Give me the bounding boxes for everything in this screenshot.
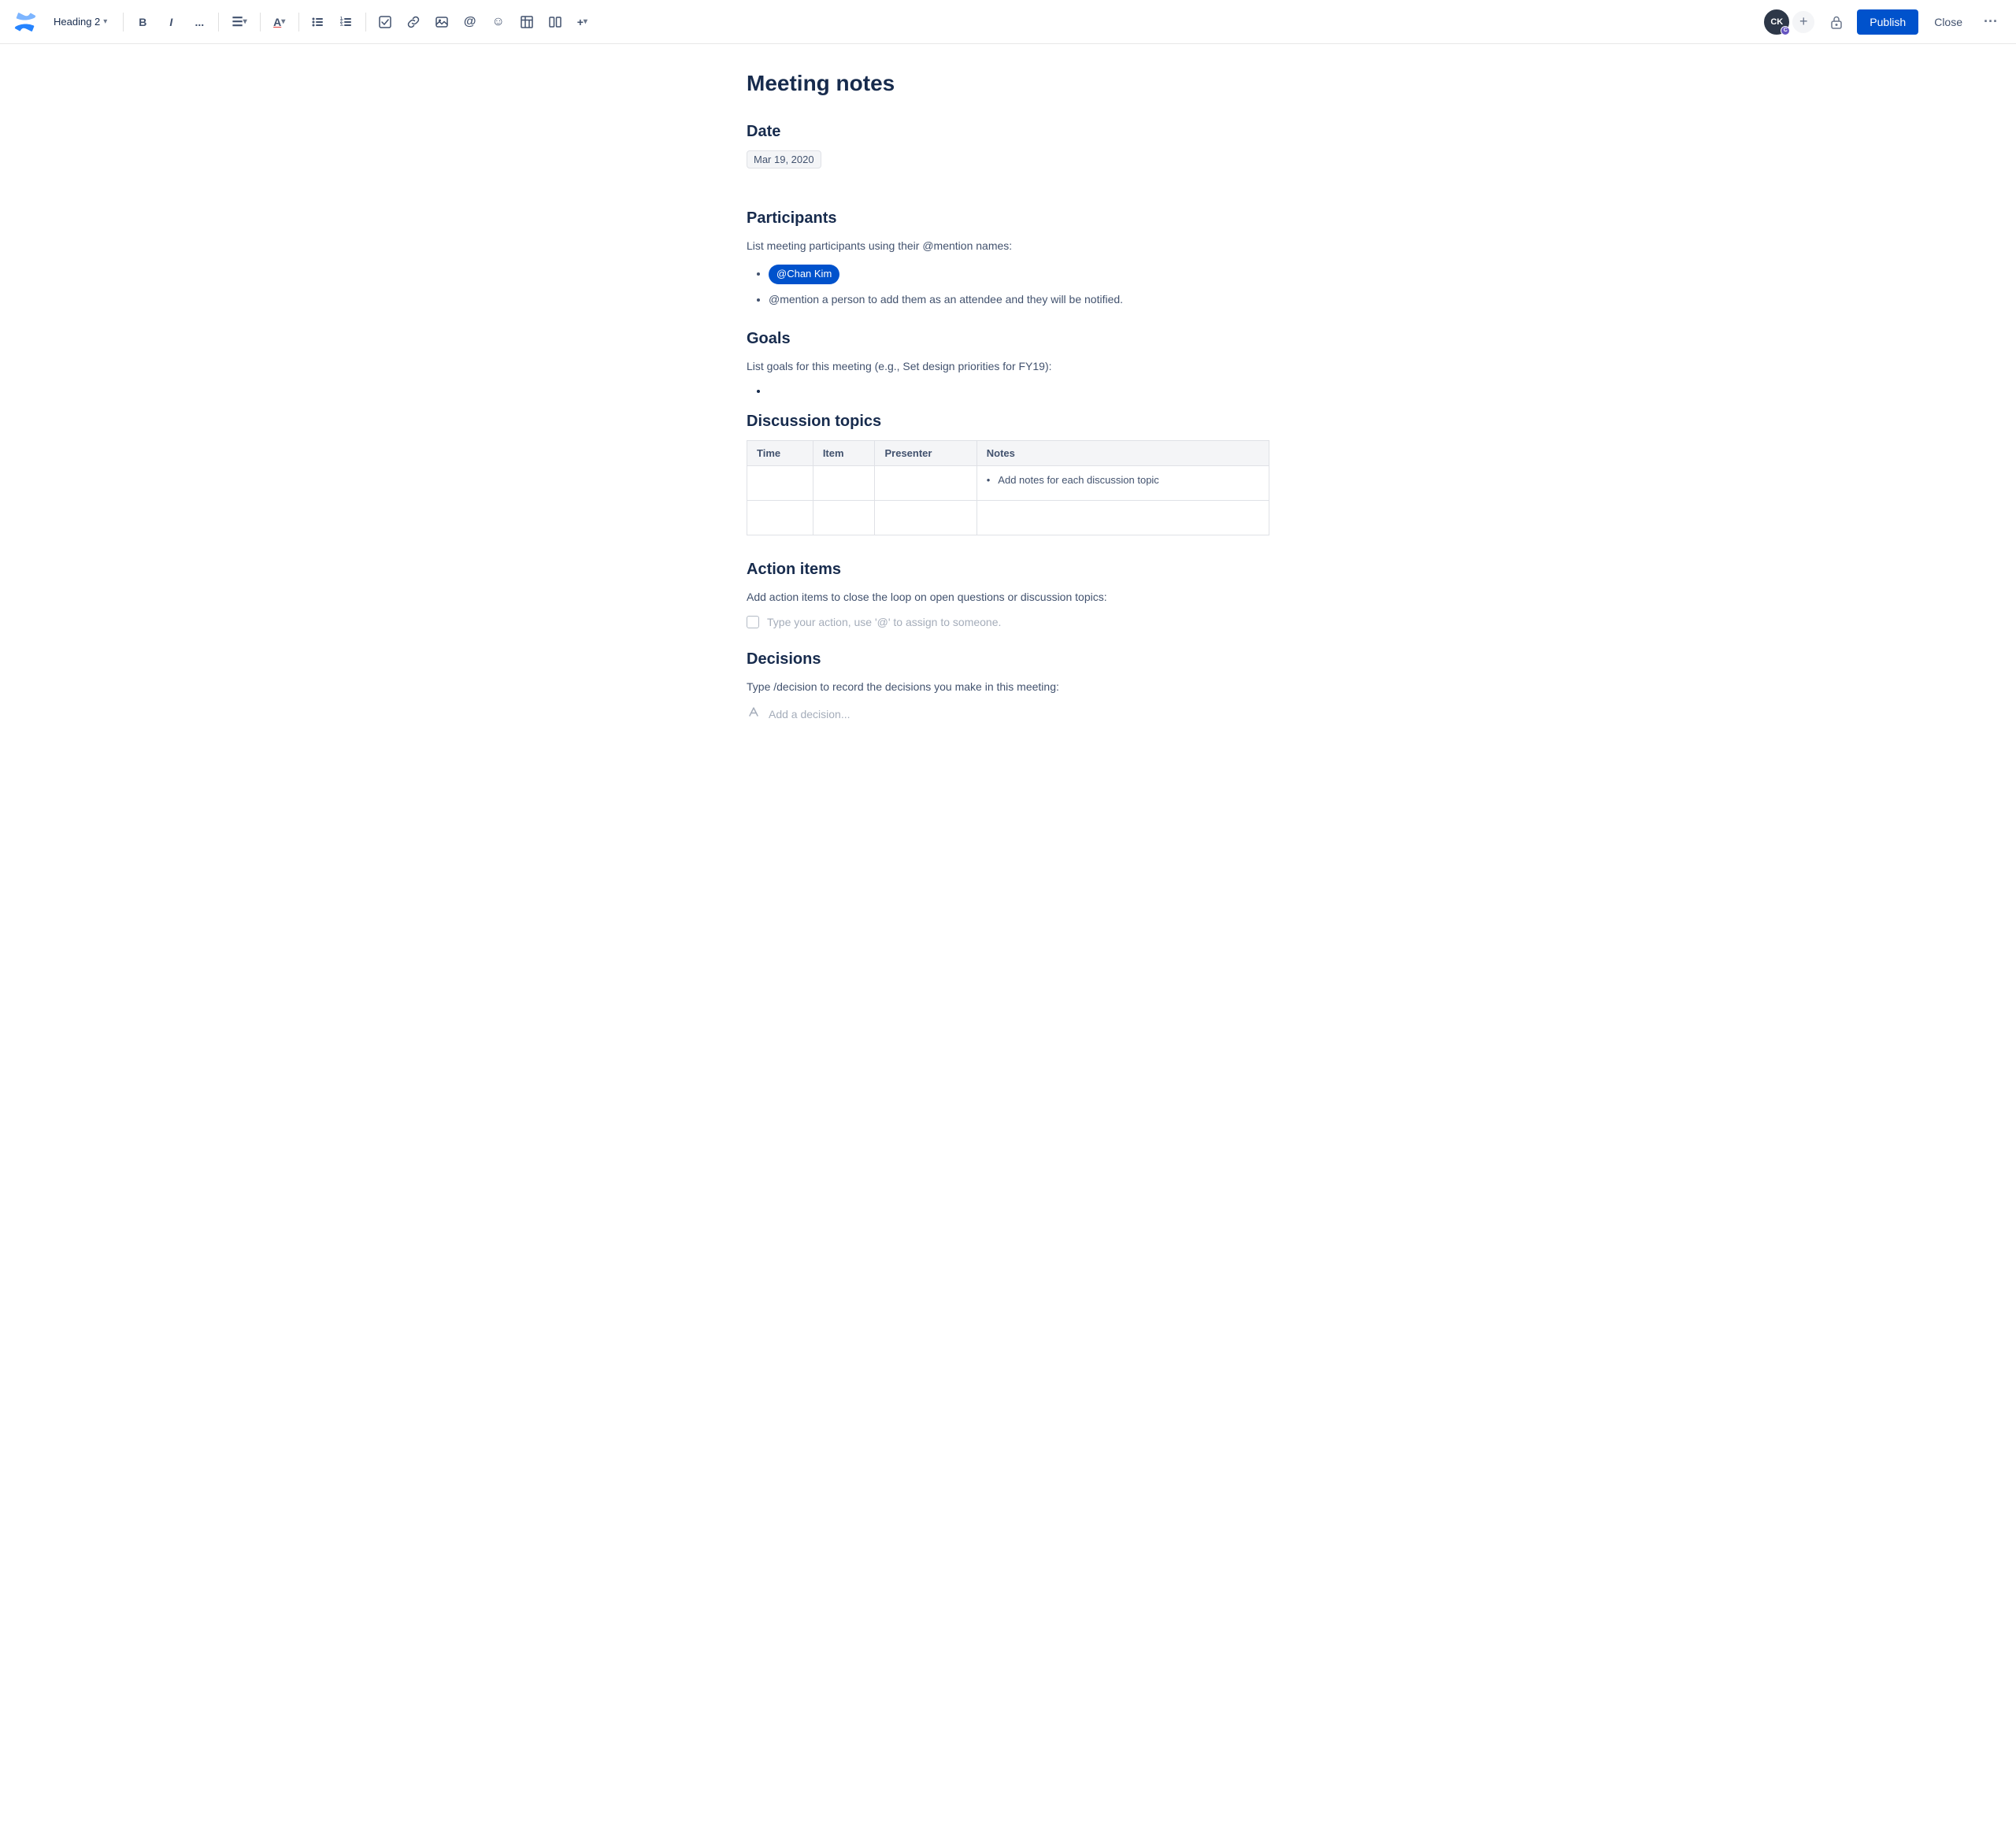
action-placeholder[interactable]: Type your action, use '@' to assign to s… xyxy=(767,616,1001,628)
table-cell[interactable] xyxy=(875,466,976,501)
mention-tag[interactable]: @Chan Kim xyxy=(769,265,839,284)
italic-button[interactable]: I xyxy=(158,9,183,35)
image-button[interactable] xyxy=(429,9,454,35)
participants-heading[interactable]: Participants xyxy=(747,209,1269,228)
publish-button[interactable]: Publish xyxy=(1857,9,1918,35)
text-color-button[interactable]: A ▾ xyxy=(267,9,292,35)
action-items-heading[interactable]: Action items xyxy=(747,561,1269,579)
table-cell-notes[interactable]: Add notes for each discussion topic xyxy=(976,466,1269,501)
decisions-heading[interactable]: Decisions xyxy=(747,650,1269,669)
table-cell[interactable] xyxy=(813,501,875,535)
avatar[interactable]: CK C xyxy=(1762,8,1791,36)
goals-description: List goals for this meeting (e.g., Set d… xyxy=(747,357,1269,375)
columns-button[interactable] xyxy=(543,9,568,35)
insert-more-button[interactable]: + ▾ xyxy=(571,9,594,35)
align-button[interactable]: ☰ ▾ xyxy=(225,9,253,35)
col-header-item: Item xyxy=(813,441,875,466)
heading-selector[interactable]: Heading 2 ▾ xyxy=(47,13,113,31)
editor-content[interactable]: Meeting notes Date Mar 19, 2020 Particip… xyxy=(709,44,1307,786)
action-items-description: Add action items to close the loop on op… xyxy=(747,588,1269,606)
toolbar: Heading 2 ▾ B I ... ☰ ▾ A ▾ 1. xyxy=(0,0,2016,44)
more-options-button[interactable]: ··· xyxy=(1978,9,2003,35)
table-button[interactable] xyxy=(514,9,539,35)
table-cell[interactable] xyxy=(747,501,813,535)
discussion-table: Time Item Presenter Notes Add notes for … xyxy=(747,440,1269,535)
toolbar-right: CK C + Publish Close ··· xyxy=(1762,8,2003,36)
more-text-button[interactable]: ... xyxy=(187,9,212,35)
table-row[interactable] xyxy=(747,501,1269,535)
action-item-row[interactable]: Type your action, use '@' to assign to s… xyxy=(747,616,1269,628)
chevron-down-icon: ▾ xyxy=(103,17,107,26)
unordered-list-button[interactable] xyxy=(306,9,331,35)
lock-button[interactable] xyxy=(1822,8,1851,36)
ordered-list-button[interactable]: 1. 2. 3. xyxy=(334,9,359,35)
task-button[interactable] xyxy=(372,9,398,35)
add-collaborator-button[interactable]: + xyxy=(1791,9,1816,35)
decision-placeholder[interactable]: Add a decision... xyxy=(769,708,850,720)
divider-3 xyxy=(260,13,261,31)
svg-text:3.: 3. xyxy=(340,23,344,28)
divider-2 xyxy=(218,13,219,31)
discussion-topics-heading[interactable]: Discussion topics xyxy=(747,413,1269,431)
bold-button[interactable]: B xyxy=(130,9,155,35)
participants-list: @Chan Kim @mention a person to add them … xyxy=(747,265,1269,308)
divider-5 xyxy=(365,13,366,31)
col-header-notes: Notes xyxy=(976,441,1269,466)
goals-list[interactable] xyxy=(747,384,1269,400)
list-item[interactable] xyxy=(769,384,1269,400)
table-cell[interactable] xyxy=(813,466,875,501)
goals-heading[interactable]: Goals xyxy=(747,330,1269,348)
date-heading[interactable]: Date xyxy=(747,123,1269,141)
document-title[interactable]: Meeting notes xyxy=(747,69,1269,98)
table-cell[interactable] xyxy=(747,466,813,501)
link-button[interactable] xyxy=(401,9,426,35)
col-header-presenter: Presenter xyxy=(875,441,976,466)
notes-placeholder: Add notes for each discussion topic xyxy=(987,474,1259,486)
list-item[interactable]: @mention a person to add them as an atte… xyxy=(769,291,1269,308)
table-header-row: Time Item Presenter Notes xyxy=(747,441,1269,466)
confluence-logo[interactable] xyxy=(13,9,38,35)
heading-selector-label: Heading 2 xyxy=(54,16,100,28)
table-cell[interactable] xyxy=(976,501,1269,535)
list-item[interactable]: @Chan Kim xyxy=(769,265,1269,284)
action-checkbox[interactable] xyxy=(747,616,759,628)
decision-icon xyxy=(747,705,761,723)
mention-button[interactable]: @ xyxy=(458,9,483,35)
emoji-button[interactable]: ☺ xyxy=(486,9,511,35)
divider-4 xyxy=(298,13,299,31)
table-cell[interactable] xyxy=(875,501,976,535)
decision-row[interactable]: Add a decision... xyxy=(747,705,1269,723)
decisions-description: Type /decision to record the decisions y… xyxy=(747,678,1269,695)
divider-1 xyxy=(123,13,124,31)
date-value[interactable]: Mar 19, 2020 xyxy=(747,150,821,169)
col-header-time: Time xyxy=(747,441,813,466)
avatar-group: CK C + xyxy=(1762,8,1816,36)
table-row[interactable]: Add notes for each discussion topic xyxy=(747,466,1269,501)
participants-description: List meeting participants using their @m… xyxy=(747,237,1269,254)
close-button[interactable]: Close xyxy=(1925,9,1972,35)
